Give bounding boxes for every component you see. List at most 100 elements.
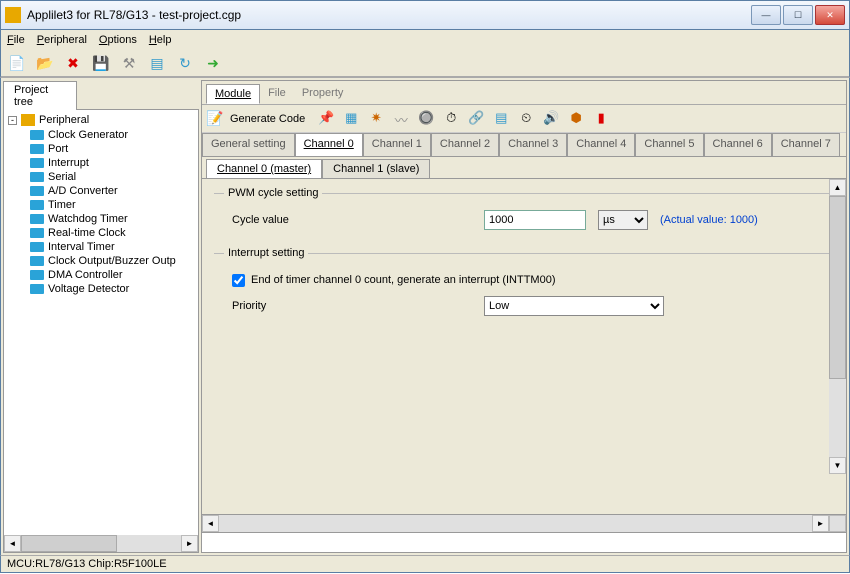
peripheral-icon (30, 172, 44, 182)
new-icon[interactable]: 📄 (7, 53, 27, 73)
generate-row: 📝 Generate Code 📌 ▦ ✷ 〰 🔘 ⏱ 🔗 ▤ ⏲ 🔊 ⬢ ▮ (202, 105, 846, 133)
output-area[interactable] (202, 532, 846, 552)
interrupt-checkbox-label: End of timer channel 0 count, generate a… (251, 274, 556, 286)
scroll-down-icon[interactable]: ▼ (829, 457, 846, 474)
clock-icon[interactable]: ⏱ (442, 110, 460, 128)
open-icon[interactable]: 📂 (35, 53, 55, 73)
link-icon[interactable]: 🔗 (467, 110, 485, 128)
tree-item-watchdog-timer[interactable]: Watchdog Timer (30, 212, 194, 226)
peripheral-icon (30, 228, 44, 238)
tree-item-real-time-clock[interactable]: Real-time Clock (30, 226, 194, 240)
tab-channel-5[interactable]: Channel 5 (635, 133, 703, 156)
cycle-unit-select[interactable]: µs (598, 210, 648, 230)
maximize-button[interactable]: ☐ (783, 5, 813, 25)
spark-icon[interactable]: ✷ (367, 110, 385, 128)
scroll-right-icon[interactable]: ► (181, 535, 198, 552)
tab-channel-1-slave[interactable]: Channel 1 (slave) (322, 159, 430, 178)
chip-icon[interactable]: ⬢ (567, 110, 585, 128)
interrupt-checkbox[interactable] (232, 274, 245, 287)
tree-item-timer[interactable]: Timer (30, 198, 194, 212)
tree-body: - Peripheral Clock Generator Port Interr… (3, 109, 199, 553)
form-area: PWM cycle setting Cycle value µs (Actual… (202, 179, 846, 514)
tree-item-interrupt[interactable]: Interrupt (30, 156, 194, 170)
delete-icon[interactable]: ✖ (63, 53, 83, 73)
tree-root[interactable]: - Peripheral (8, 114, 194, 126)
build-icon[interactable]: ⚒ (119, 53, 139, 73)
folder-icon (21, 114, 35, 126)
right-panel: Module File Property 📝 Generate Code 📌 ▦… (201, 80, 847, 553)
menu-help[interactable]: Help (149, 34, 172, 46)
wave-icon[interactable]: 〰 (392, 110, 410, 128)
timer-icon[interactable]: ⏲ (517, 110, 535, 128)
tree-root-label: Peripheral (39, 114, 89, 126)
priority-label: Priority (224, 300, 484, 312)
collapse-icon[interactable]: - (8, 116, 17, 125)
tab-property[interactable]: Property (294, 84, 352, 102)
peripheral-icon (30, 186, 44, 196)
menu-options[interactable]: Options (99, 34, 137, 46)
bottom-area: ◄ ► (202, 514, 846, 552)
tree-item-serial[interactable]: Serial (30, 170, 194, 184)
statusbar: MCU:RL78/G13 Chip:R5F100LE (0, 555, 850, 573)
tab-channel-1[interactable]: Channel 1 (363, 133, 431, 156)
scroll-corner (829, 515, 846, 532)
peripheral-icons-row: 📌 ▦ ✷ 〰 🔘 ⏱ 🔗 ▤ ⏲ 🔊 ⬢ ▮ (317, 110, 610, 128)
scroll-thumb[interactable] (21, 535, 117, 552)
pin-icon[interactable]: 📌 (317, 110, 335, 128)
menu-peripheral[interactable]: Peripheral (37, 34, 87, 46)
refresh-icon[interactable]: ↻ (175, 53, 195, 73)
titlebar: Applilet3 for RL78/G13 - test-project.cg… (0, 0, 850, 30)
close-button[interactable]: ✕ (815, 5, 845, 25)
tab-channel-6[interactable]: Channel 6 (704, 133, 772, 156)
tree-item-interval-timer[interactable]: Interval Timer (30, 240, 194, 254)
cycle-value-input[interactable] (484, 210, 586, 230)
tree-item-clock-generator[interactable]: Clock Generator (30, 128, 194, 142)
peripheral-icon (30, 158, 44, 168)
project-tree-tab[interactable]: Project tree (3, 81, 77, 110)
scroll-right-icon[interactable]: ► (812, 515, 829, 532)
form-horizontal-scrollbar[interactable]: ◄ ► (202, 515, 846, 532)
hscroll-track[interactable] (219, 515, 812, 532)
priority-select[interactable]: Low (484, 296, 664, 316)
generate-code-button[interactable]: Generate Code (230, 113, 305, 125)
scroll-track[interactable] (21, 535, 181, 552)
scroll-up-icon[interactable]: ▲ (829, 179, 846, 196)
tab-channel-4[interactable]: Channel 4 (567, 133, 635, 156)
tab-channel-0[interactable]: Channel 0 (295, 133, 363, 156)
tab-file[interactable]: File (260, 84, 294, 102)
export-icon[interactable]: ➜ (203, 53, 223, 73)
vscroll-thumb[interactable] (829, 196, 846, 379)
battery-icon[interactable]: ▮ (592, 110, 610, 128)
tab-channel-2[interactable]: Channel 2 (431, 133, 499, 156)
interrupt-legend: Interrupt setting (224, 247, 308, 259)
scroll-left-icon[interactable]: ◄ (4, 535, 21, 552)
gauge-icon[interactable]: 🔘 (417, 110, 435, 128)
code-icon[interactable]: ▤ (147, 53, 167, 73)
scroll-left-icon[interactable]: ◄ (202, 515, 219, 532)
tab-general-setting[interactable]: General setting (202, 133, 295, 156)
tree-item-ad-converter[interactable]: A/D Converter (30, 184, 194, 198)
tab-channel-7[interactable]: Channel 7 (772, 133, 840, 156)
tree-item-clock-output[interactable]: Clock Output/Buzzer Outp (30, 254, 194, 268)
minimize-button[interactable]: — (751, 5, 781, 25)
calendar-icon[interactable]: ▤ (492, 110, 510, 128)
tree-item-dma-controller[interactable]: DMA Controller (30, 268, 194, 282)
tree-item-voltage-detector[interactable]: Voltage Detector (30, 282, 194, 296)
tree-horizontal-scrollbar[interactable]: ◄ ► (4, 535, 198, 552)
tree-item-port[interactable]: Port (30, 142, 194, 156)
peripheral-icon (30, 284, 44, 294)
status-text: MCU:RL78/G13 Chip:R5F100LE (7, 558, 167, 570)
vscroll-track[interactable] (829, 196, 846, 457)
save-icon[interactable]: 💾 (91, 53, 111, 73)
project-tree-pane: Project tree - Peripheral Clock Generato… (1, 78, 201, 555)
tab-module[interactable]: Module (206, 84, 260, 104)
sound-icon[interactable]: 🔊 (542, 110, 560, 128)
menu-file[interactable]: File (7, 34, 25, 46)
peripheral-icon (30, 270, 44, 280)
form-vertical-scrollbar[interactable]: ▲ ▼ (829, 179, 846, 474)
grid-icon[interactable]: ▦ (342, 110, 360, 128)
pwm-legend: PWM cycle setting (224, 187, 322, 199)
tab-channel-3[interactable]: Channel 3 (499, 133, 567, 156)
sub-channel-tabs: Channel 0 (master) Channel 1 (slave) (202, 157, 846, 179)
tab-channel-0-master[interactable]: Channel 0 (master) (206, 159, 322, 178)
